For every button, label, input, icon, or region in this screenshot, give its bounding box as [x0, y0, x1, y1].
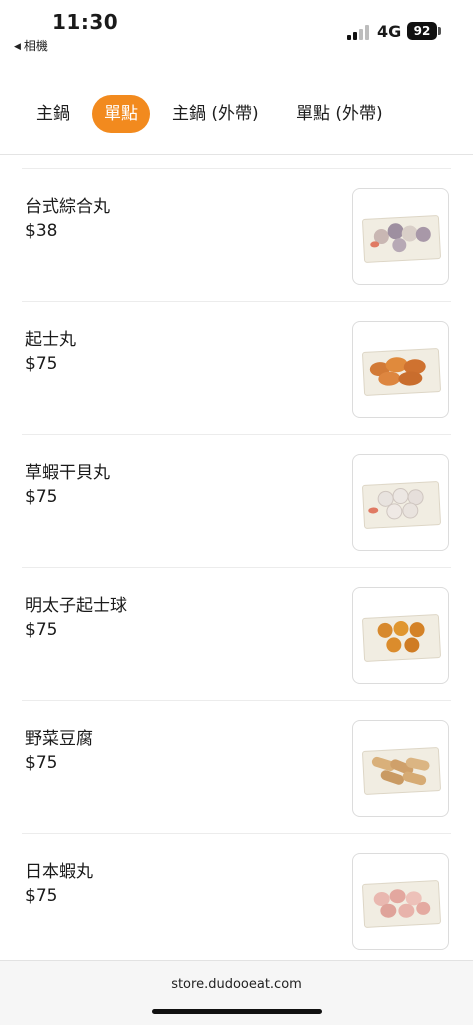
item-photo	[352, 454, 449, 551]
item-name: 明太子起士球	[25, 596, 127, 616]
item-photo	[352, 720, 449, 817]
menu-item[interactable]: 起士丸 $75	[0, 301, 473, 434]
item-divider	[22, 567, 451, 568]
signal-strength-icon	[347, 24, 371, 40]
home-indicator[interactable]	[152, 1009, 322, 1014]
browser-url-bar[interactable]: store.dudooeat.com	[0, 960, 473, 1025]
item-divider	[22, 301, 451, 302]
item-name: 起士丸	[25, 330, 76, 350]
status-bar: 11:30 ◀ 相機 4G 92	[0, 0, 473, 60]
menu-item[interactable]: 日本蝦丸 $75	[0, 833, 473, 966]
item-price: $38	[25, 221, 58, 241]
item-name: 日本蝦丸	[25, 862, 93, 882]
back-app-label: 相機	[23, 39, 48, 53]
tab-main-pot-takeout[interactable]: 主鍋 (外帶)	[172, 95, 259, 133]
item-photo	[352, 188, 449, 285]
tab-a-la-carte[interactable]: 單點	[92, 95, 150, 133]
item-price: $75	[25, 354, 58, 374]
item-divider	[22, 168, 451, 169]
tab-main-pot[interactable]: 主鍋	[36, 95, 70, 133]
tab-a-la-carte-takeout[interactable]: 單點 (外帶)	[296, 95, 383, 133]
item-price: $75	[25, 753, 58, 773]
menu-item[interactable]: 台式綜合丸 $38	[0, 168, 473, 301]
url-text[interactable]: store.dudooeat.com	[0, 977, 473, 992]
item-price: $75	[25, 886, 58, 906]
item-divider	[22, 833, 451, 834]
item-name: 野菜豆腐	[25, 729, 93, 749]
item-price: $75	[25, 620, 58, 640]
item-divider	[22, 700, 451, 701]
item-photo	[352, 853, 449, 950]
item-photo	[352, 587, 449, 684]
item-name: 台式綜合丸	[25, 197, 110, 217]
network-type: 4G	[377, 22, 402, 41]
category-tabs: 主鍋 單點 主鍋 (外帶) 單點 (外帶)	[0, 78, 473, 155]
status-time: 11:30	[52, 10, 119, 34]
back-to-app-link[interactable]: ◀ 相機	[14, 37, 48, 54]
item-name: 草蝦干貝丸	[25, 463, 110, 483]
item-price: $75	[25, 487, 58, 507]
item-divider	[22, 434, 451, 435]
item-photo	[352, 321, 449, 418]
battery-icon: 92	[407, 22, 437, 40]
menu-item[interactable]: 草蝦干貝丸 $75	[0, 434, 473, 567]
back-triangle-icon: ◀	[14, 42, 21, 52]
menu-item[interactable]: 野菜豆腐 $75	[0, 700, 473, 833]
battery-tip	[438, 27, 441, 35]
battery-level: 92	[413, 24, 431, 38]
menu-item[interactable]: 明太子起士球 $75	[0, 567, 473, 700]
